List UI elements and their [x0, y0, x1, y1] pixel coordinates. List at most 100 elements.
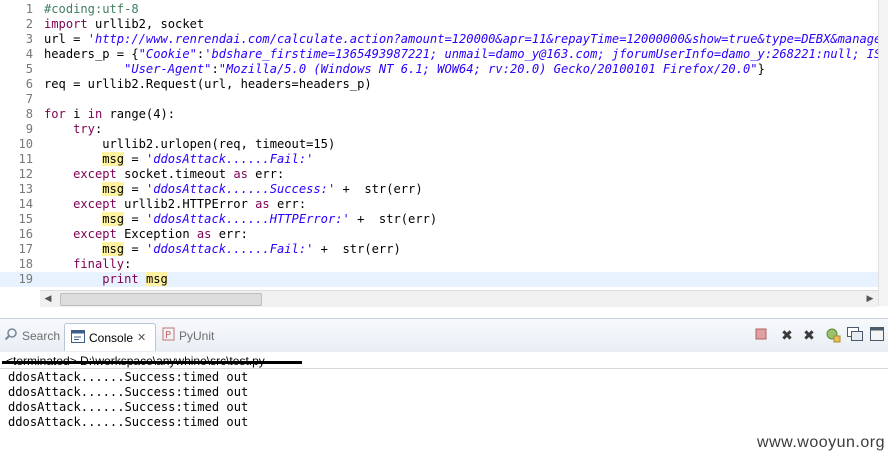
console-panel[interactable]: <terminated> D:\workspace\anywhine\src\t…: [0, 352, 888, 454]
display-console-icon[interactable]: [846, 327, 864, 345]
tab-search-label: Search: [22, 329, 61, 343]
remove-launch-icon[interactable]: ✖: [778, 327, 796, 345]
code-token: in: [87, 107, 103, 121]
open-console-icon[interactable]: [868, 327, 886, 345]
code-token: req = urllib2.Request(url, headers=heade…: [44, 77, 372, 91]
code-line[interactable]: 11 msg = 'ddosAttack......Fail:': [0, 152, 888, 167]
code-token: 'http://www.renrendai.com/calculate.acti…: [87, 32, 888, 46]
tab-pyunit[interactable]: P PyUnit: [162, 325, 214, 347]
tab-pyunit-label: PyUnit: [179, 329, 215, 343]
code-token: urllib2.HTTPError: [116, 197, 256, 211]
code-text: msg = 'ddosAttack......Fail:' + str(err): [44, 242, 401, 257]
code-line[interactable]: 17 msg = 'ddosAttack......Fail:' + str(e…: [0, 242, 888, 257]
line-number: 15: [18, 212, 33, 226]
tab-search[interactable]: Search: [4, 325, 60, 347]
code-line[interactable]: 12 except socket.timeout as err:: [0, 167, 888, 182]
console-divider: [0, 368, 888, 369]
code-line[interactable]: 1 #coding:utf-8: [0, 2, 888, 17]
code-token: 'bdshare_firstime=1365493987221; unmail=…: [204, 47, 888, 61]
code-text: except Exception as err:: [44, 227, 248, 242]
code-line[interactable]: 4 headers_p = {"Cookie":'bdshare_firstime…: [0, 47, 888, 62]
scroll-right-icon[interactable]: ▶: [862, 291, 878, 307]
code-token: range(4):: [102, 107, 176, 121]
code-line[interactable]: 18 finally:: [0, 257, 888, 272]
code-token: 'ddosAttack......Fail:': [145, 152, 314, 166]
code-token: =: [124, 212, 146, 226]
code-token: 'ddosAttack......Fail:': [145, 242, 314, 256]
line-number: 2: [25, 17, 33, 31]
code-line[interactable]: 3 url = 'http://www.renrendai.com/calcula…: [0, 32, 888, 47]
line-number: 18: [18, 257, 33, 271]
line-number: 1: [25, 2, 33, 16]
console-output-line: ddosAttack......Success:timed out: [8, 370, 249, 384]
terminate-icon[interactable]: [752, 327, 770, 345]
console-output-line: ddosAttack......Success:timed out: [8, 415, 249, 429]
line-number: 16: [18, 227, 33, 241]
code-line[interactable]: 15 msg = 'ddosAttack......HTTPError:' + …: [0, 212, 888, 227]
code-text: #coding:utf-8: [44, 2, 139, 17]
code-line[interactable]: 19 print msg: [0, 272, 888, 287]
view-tab-bar: Search Console ✕ P PyUnit ✖ ✖: [0, 318, 888, 353]
search-icon: [4, 326, 18, 348]
editor-vertical-scrollbar[interactable]: [878, 0, 888, 306]
remove-all-terminated-icon[interactable]: ✖: [800, 327, 818, 345]
code-text: urllib2.urlopen(req, timeout=15): [44, 137, 335, 152]
code-line[interactable]: 6 req = urllib2.Request(url, headers=head…: [0, 77, 888, 92]
scrollbar-thumb[interactable]: [60, 293, 262, 306]
code-token: :: [94, 122, 103, 136]
code-token: :: [211, 62, 219, 76]
code-text: except urllib2.HTTPError as err:: [44, 197, 306, 212]
code-line[interactable]: 14 except urllib2.HTTPError as err:: [0, 197, 888, 212]
line-number: 4: [25, 47, 33, 61]
code-line[interactable]: 13 msg = 'ddosAttack......Success:' + st…: [0, 182, 888, 197]
code-token: "Cookie": [138, 47, 197, 61]
code-token: =: [124, 242, 146, 256]
code-token: }: [757, 62, 765, 76]
tab-console-label: Console: [89, 331, 134, 345]
code-token: 'ddosAttack......HTTPError:': [145, 212, 350, 226]
code-line[interactable]: 7: [0, 92, 888, 107]
line-number: 10: [18, 137, 33, 151]
code-line[interactable]: 2 import urllib2, socket: [0, 17, 888, 32]
code-token: msg: [102, 242, 125, 256]
code-line[interactable]: 8 for i in range(4):: [0, 107, 888, 122]
editor-horizontal-scrollbar[interactable]: ◀ ▶: [40, 290, 878, 307]
code-editor[interactable]: 1 #coding:utf-8 2 import urllib2, socket 3 ur…: [0, 0, 888, 310]
svg-text:P: P: [165, 330, 171, 341]
code-token: 'ddosAttack......Success:': [145, 182, 336, 196]
code-text: req = urllib2.Request(url, headers=heade…: [44, 77, 372, 92]
tab-console[interactable]: Console ✕: [64, 323, 156, 351]
code-text: msg = 'ddosAttack......Success:' + str(e…: [44, 182, 423, 197]
console-icon: [71, 325, 85, 353]
code-token: as: [196, 227, 212, 241]
code-line[interactable]: 9 try:: [0, 122, 888, 137]
run-config-icon[interactable]: [824, 327, 842, 345]
close-tab-icon[interactable]: ✕: [137, 324, 146, 352]
code-token: msg: [102, 212, 125, 226]
code-token: urllib2, socket: [87, 17, 205, 31]
code-line[interactable]: 10 urllib2.urlopen(req, timeout=15): [0, 137, 888, 152]
line-number: 7: [25, 92, 33, 106]
line-number: 19: [18, 272, 33, 286]
code-token: + str(err): [335, 182, 423, 196]
code-token: import: [44, 17, 88, 31]
console-toolbar: ✖ ✖: [752, 327, 884, 345]
code-line[interactable]: 16 except Exception as err:: [0, 227, 888, 242]
scroll-left-icon[interactable]: ◀: [40, 291, 56, 307]
code-text: msg = 'ddosAttack......HTTPError:' + str…: [44, 212, 437, 227]
code-token: finally: [73, 257, 125, 271]
line-number: 13: [18, 182, 33, 196]
pyunit-icon: P: [162, 326, 175, 348]
line-number: 5: [25, 62, 33, 76]
code-token: i: [65, 107, 88, 121]
code-token: + str(err): [313, 242, 401, 256]
code-token: msg: [102, 152, 125, 166]
code-line[interactable]: 5 "User-Agent":"Mozilla/5.0 (Windows NT …: [0, 62, 888, 77]
code-token: "Mozilla/5.0 (Windows NT 6.1; WOW64; rv:…: [218, 62, 758, 76]
code-token: for: [44, 107, 66, 121]
